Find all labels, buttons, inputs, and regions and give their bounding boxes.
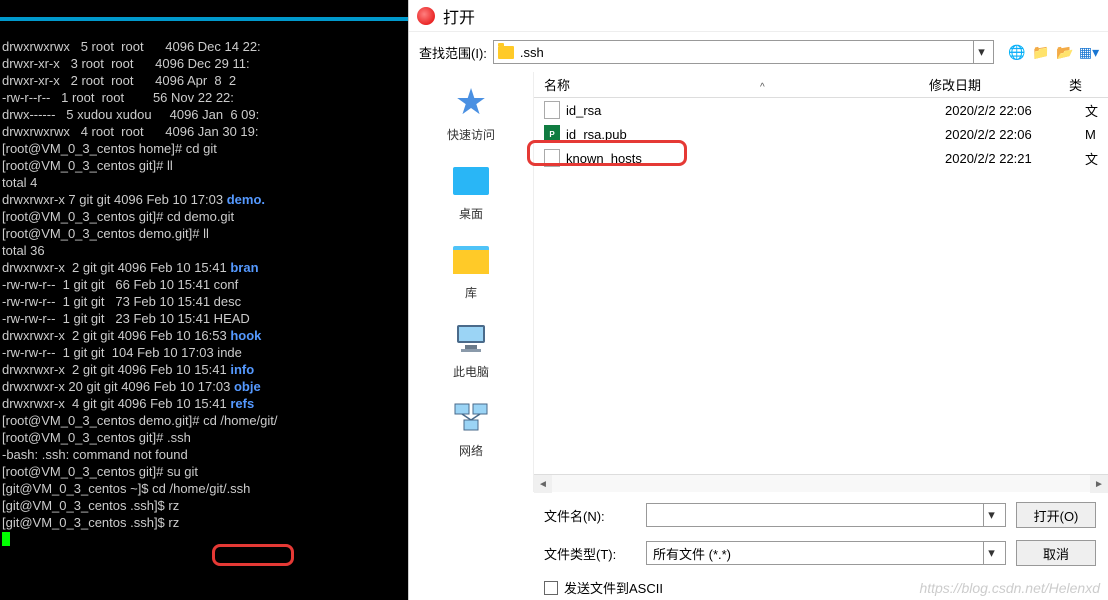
lookin-toolbar: 🌐 📁 📂 ▦▾: [1008, 43, 1098, 61]
file-type: 文: [1085, 101, 1098, 120]
places-sidebar: ★ 快速访问 桌面 库 此电脑 网络: [409, 72, 534, 492]
pc-icon: [447, 319, 495, 359]
chevron-down-icon[interactable]: ▾: [983, 542, 999, 564]
file-name: id_rsa: [566, 103, 945, 118]
terminal-topbar: [0, 17, 408, 21]
filetype-label: 文件类型(T):: [544, 544, 636, 563]
file-type: M: [1085, 127, 1096, 142]
column-date[interactable]: 修改日期: [929, 75, 1069, 94]
network-icon: [447, 398, 495, 438]
file-icon: [544, 149, 560, 167]
chevron-down-icon[interactable]: ▾: [973, 41, 989, 63]
horizontal-scrollbar[interactable]: ◄ ►: [534, 474, 1108, 492]
folder-icon: [498, 46, 514, 59]
file-date: 2020/2/2 22:06: [945, 103, 1085, 118]
scroll-track[interactable]: [552, 475, 1090, 492]
scroll-right-icon[interactable]: ►: [1090, 475, 1108, 493]
file-name: id_rsa.pub: [566, 127, 945, 142]
file-row[interactable]: known_hosts2020/2/2 22:21文: [534, 146, 1108, 170]
up-icon[interactable]: 📁: [1032, 43, 1050, 61]
chevron-down-icon[interactable]: ▾: [983, 504, 999, 526]
file-row[interactable]: id_rsa2020/2/2 22:06文: [534, 98, 1108, 122]
dialog-title: 打开: [443, 4, 475, 28]
column-name[interactable]: 名称^: [544, 75, 929, 94]
ascii-checkbox-label: 发送文件到ASCII: [564, 578, 663, 597]
dialog-titlebar[interactable]: 打开: [409, 0, 1108, 32]
cancel-button[interactable]: 取消: [1016, 540, 1096, 566]
filename-label: 文件名(N):: [544, 506, 636, 525]
lookin-combobox[interactable]: .ssh ▾: [493, 40, 994, 64]
lookin-row: 查找范围(I): .ssh ▾ 🌐 📁 📂 ▦▾: [409, 32, 1108, 72]
watermark: https://blog.csdn.net/Helenxd: [919, 580, 1100, 596]
back-icon[interactable]: 🌐: [1008, 43, 1026, 61]
filename-input[interactable]: ▾: [646, 503, 1006, 527]
sidebar-item-network[interactable]: 网络: [409, 398, 533, 459]
column-type[interactable]: 类: [1069, 75, 1082, 94]
file-icon: [544, 101, 560, 119]
sidebar-item-quickaccess[interactable]: ★ 快速访问: [409, 82, 533, 143]
lookin-label: 查找范围(I):: [419, 43, 487, 62]
dialog-body: ★ 快速访问 桌面 库 此电脑 网络: [409, 72, 1108, 492]
file-open-dialog: 打开 查找范围(I): .ssh ▾ 🌐 📁 📂 ▦▾ ★ 快速访问 桌面: [408, 0, 1108, 600]
file-name: known_hosts: [566, 151, 945, 166]
star-icon: ★: [447, 82, 495, 122]
view-menu-icon[interactable]: ▦▾: [1080, 43, 1098, 61]
file-date: 2020/2/2 22:21: [945, 151, 1085, 166]
sidebar-item-libraries[interactable]: 库: [409, 240, 533, 301]
desktop-icon: [447, 161, 495, 201]
file-type: 文: [1085, 149, 1098, 168]
library-icon: [447, 240, 495, 280]
sidebar-item-desktop[interactable]: 桌面: [409, 161, 533, 222]
sidebar-item-thispc[interactable]: 此电脑: [409, 319, 533, 380]
list-header[interactable]: 名称^ 修改日期 类: [534, 72, 1108, 98]
publisher-file-icon: P: [544, 125, 560, 143]
filetype-combobox[interactable]: 所有文件 (*.*) ▾: [646, 541, 1006, 565]
file-date: 2020/2/2 22:06: [945, 127, 1085, 142]
file-list[interactable]: 名称^ 修改日期 类 id_rsa2020/2/2 22:06文Pid_rsa.…: [534, 72, 1108, 492]
terminal-content: drwxrwxrwx 5 root root 4096 Dec 14 22: d…: [2, 38, 406, 548]
open-button[interactable]: 打开(O): [1016, 502, 1096, 528]
terminal-pane[interactable]: drwxrwxrwx 5 root root 4096 Dec 14 22: d…: [0, 0, 408, 600]
file-row[interactable]: Pid_rsa.pub2020/2/2 22:06M: [534, 122, 1108, 146]
scroll-left-icon[interactable]: ◄: [534, 475, 552, 493]
sort-asc-icon: ^: [760, 82, 765, 93]
new-folder-icon[interactable]: 📂: [1056, 43, 1074, 61]
checkbox-icon[interactable]: [544, 581, 558, 595]
dialog-bottom: 文件名(N): ▾ 打开(O) 文件类型(T): 所有文件 (*.*) ▾ 取消: [409, 492, 1108, 566]
app-icon: [417, 7, 435, 25]
lookin-value: .ssh: [520, 45, 544, 60]
